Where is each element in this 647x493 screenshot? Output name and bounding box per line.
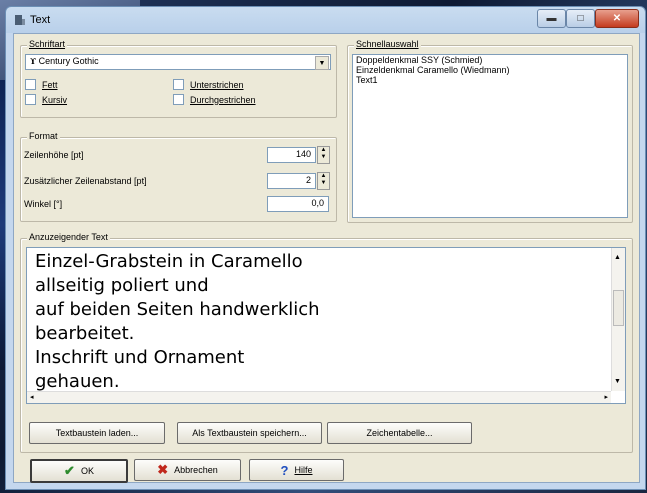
format-legend: Format: [27, 131, 60, 141]
kursiv-checkbox[interactable]: Kursiv: [25, 94, 67, 105]
app-icon: [15, 15, 25, 25]
durchgestrichen-checkbox[interactable]: Durchgestrichen: [173, 94, 256, 105]
close-icon: ✕: [612, 13, 622, 24]
text-line: allseitig poliert und: [35, 275, 209, 296]
format-group: Format Zeilenhöhe [pt] 140 ▲ ▼ Zusätzlich…: [20, 131, 337, 222]
help-icon: ?: [280, 462, 289, 478]
text-group: Anzuzeigender Text Einzel-Grabstein in C…: [20, 232, 633, 453]
help-button[interactable]: ? Hilfe: [249, 459, 344, 481]
scroll-up-icon[interactable]: ▲: [614, 254, 621, 261]
list-item[interactable]: Einzeldenkmal Caramello (Wiedmann): [353, 65, 627, 75]
zeilenhoehe-input[interactable]: 140: [267, 147, 316, 163]
text-dialog: Text ▬ □ ✕ Schriftart ϒ Century Gothic ▼…: [5, 6, 646, 490]
scroll-right-icon[interactable]: ▸: [604, 393, 608, 401]
display-text-area[interactable]: Einzel-Grabstein in Caramello allseitig …: [26, 247, 626, 404]
checkbox-box[interactable]: [25, 79, 36, 90]
title-bar[interactable]: Text ▬ □ ✕: [6, 7, 645, 33]
maximize-icon: □: [577, 13, 584, 24]
window-title: Text: [30, 14, 51, 26]
checkmark-icon: ✔: [64, 463, 75, 478]
winkel-label: Winkel [°]: [24, 199, 63, 209]
checkbox-box[interactable]: [173, 79, 184, 90]
zeilenabstand-spinner[interactable]: ▲ ▼: [317, 172, 330, 190]
zeichentabelle-button[interactable]: Zeichentabelle...: [327, 422, 472, 444]
vertical-scrollbar[interactable]: ▲ ▼: [611, 248, 625, 391]
schnellauswahl-group: Schnellauswahl Doppeldenkmal SSY (Schmie…: [347, 39, 633, 223]
zeilenabstand-input[interactable]: 2: [267, 173, 316, 189]
chevron-down-icon[interactable]: ▼: [315, 56, 329, 70]
font-select[interactable]: ϒ Century Gothic ▼: [25, 54, 331, 70]
close-button[interactable]: ✕: [595, 9, 639, 28]
checkbox-box[interactable]: [173, 94, 184, 105]
unterstrichen-checkbox[interactable]: Unterstrichen: [173, 79, 244, 90]
schriftart-group: Schriftart ϒ Century Gothic ▼ Fett Kursi…: [20, 39, 337, 118]
minimize-icon: ▬: [546, 13, 557, 24]
list-item[interactable]: Text1: [353, 75, 627, 85]
checkbox-box[interactable]: [25, 94, 36, 105]
list-item[interactable]: Doppeldenkmal SSY (Schmied): [353, 55, 627, 65]
scroll-left-icon[interactable]: ◂: [30, 393, 34, 401]
zeilenhoehe-spinner[interactable]: ▲ ▼: [317, 146, 330, 164]
font-value: ϒ Century Gothic: [30, 56, 99, 66]
maximize-button[interactable]: □: [566, 9, 595, 28]
fett-checkbox[interactable]: Fett: [25, 79, 58, 90]
cross-icon: ✖: [157, 462, 169, 477]
scroll-thumb[interactable]: [613, 290, 624, 326]
horizontal-scrollbar[interactable]: ◂ ▸: [27, 391, 611, 403]
text-line: Einzel-Grabstein in Caramello: [35, 251, 303, 272]
winkel-input[interactable]: 0,0: [267, 196, 329, 212]
textbaustein-speichern-button[interactable]: Als Textbaustein speichern...: [177, 422, 322, 444]
ok-button[interactable]: ✔ OK: [30, 459, 128, 483]
text-legend: Anzuzeigender Text: [27, 232, 110, 242]
text-line: auf beiden Seiten handwerklich: [35, 299, 320, 320]
truetype-icon: ϒ: [30, 56, 37, 66]
zeilenabstand-label: Zusätzlicher Zeilenabstand [pt]: [24, 176, 147, 186]
textbaustein-laden-button[interactable]: Textbaustein laden...: [29, 422, 165, 444]
schnellauswahl-list[interactable]: Doppeldenkmal SSY (Schmied) Einzeldenkma…: [352, 54, 628, 218]
dialog-body: Schriftart ϒ Century Gothic ▼ Fett Kursi…: [13, 33, 640, 483]
schriftart-legend: Schriftart: [27, 39, 68, 49]
text-line: bearbeitet.: [35, 323, 135, 344]
schnellauswahl-legend: Schnellauswahl: [354, 39, 421, 49]
text-line: Inschrift und Ornament: [35, 347, 245, 368]
zeilenhoehe-label: Zeilenhöhe [pt]: [24, 150, 84, 160]
minimize-button[interactable]: ▬: [537, 9, 566, 28]
cancel-button[interactable]: ✖ Abbrechen: [134, 459, 241, 481]
scroll-down-icon[interactable]: ▼: [614, 378, 621, 385]
